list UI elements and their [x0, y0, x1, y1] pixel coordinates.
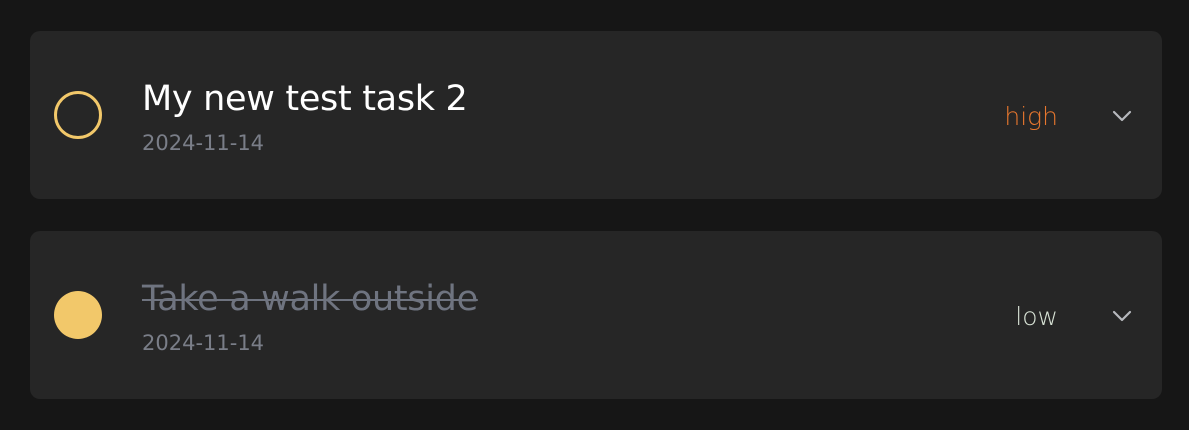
- task-date: 2024-11-14: [142, 131, 265, 155]
- task-title: My new test task 2: [142, 79, 468, 119]
- priority-label: low: [1015, 302, 1058, 331]
- task-title: Take a walk outside: [142, 279, 478, 319]
- task-list: My new test task 2 2024-11-14 high Take …: [0, 0, 1189, 430]
- checkbox-unchecked-icon[interactable]: [54, 91, 102, 139]
- task-card[interactable]: Take a walk outside 2024-11-14 low: [30, 231, 1162, 399]
- expand-button[interactable]: [1104, 301, 1140, 331]
- task-card[interactable]: My new test task 2 2024-11-14 high: [30, 31, 1162, 199]
- task-date: 2024-11-14: [142, 331, 265, 355]
- chevron-down-icon: [1112, 310, 1132, 322]
- priority-label: high: [1004, 102, 1058, 131]
- expand-button[interactable]: [1104, 101, 1140, 131]
- checkbox-checked-icon[interactable]: [54, 291, 102, 339]
- chevron-down-icon: [1112, 110, 1132, 122]
